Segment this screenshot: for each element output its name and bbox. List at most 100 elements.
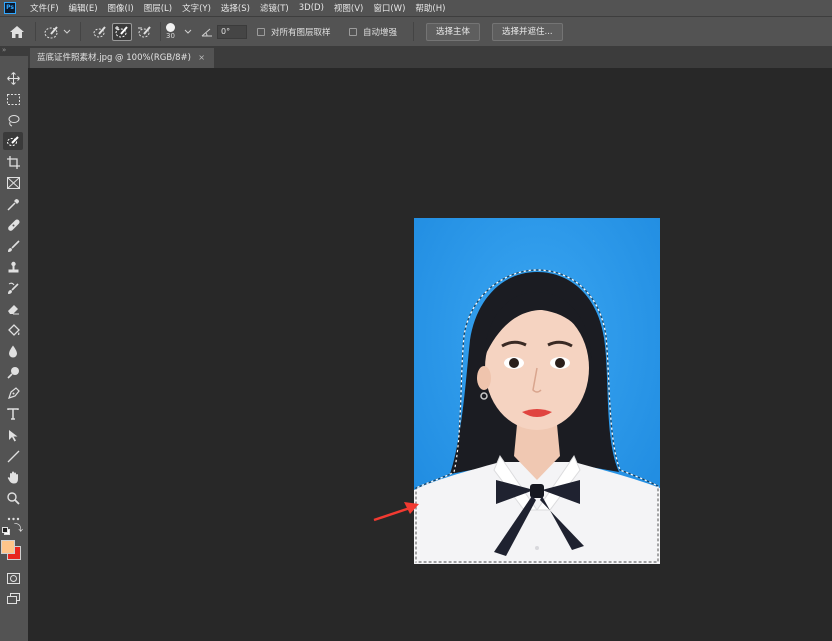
quick-mask-button[interactable] [3,569,23,587]
new-selection-icon [93,25,106,37]
pen-icon [7,386,20,399]
move-tool[interactable] [3,69,23,87]
eyedropper-icon [6,198,19,211]
subtract-from-selection-mode[interactable] [135,17,155,46]
zoom-tool[interactable] [3,489,23,507]
add-to-selection-icon [115,25,128,37]
select-and-mask-button[interactable]: 选择并遮住... [492,22,563,41]
sample-all-layers-label: 对所有图层取样 [271,27,331,38]
more-dots-icon [7,517,19,521]
eraser-icon [7,305,19,315]
collapse-panel-icon[interactable]: » [2,46,26,56]
frame-tool[interactable] [3,174,23,192]
menu-filter[interactable]: 滤镜(T) [255,2,294,14]
menu-type[interactable]: 文字(Y) [177,2,216,14]
auto-enhance-checkbox[interactable]: 自动增强 [349,17,397,46]
document-tab-bar: » 蓝底证件照素材.jpg @ 100%(RGB/8#) × [0,46,832,68]
angle-input[interactable]: 0° [217,24,247,39]
subtract-from-selection-icon [138,25,151,37]
checkbox-box [257,27,265,36]
select-and-mask-wrap: 选择并遮住... [492,17,563,46]
menu-3d[interactable]: 3D(D) [294,3,329,13]
options-bar: 30 0° 对所有图层取样 自动增强 选择主体 选择并遮住... [0,16,832,46]
document-image[interactable] [414,218,660,564]
eraser-tool[interactable] [3,300,23,318]
close-tab-icon[interactable]: × [198,48,205,68]
quick-selection-icon [44,25,58,38]
brush-size-picker[interactable]: 30 [166,17,175,46]
lasso-tool[interactable] [3,111,23,129]
menu-file[interactable]: 文件(F) [25,2,64,14]
home-button[interactable] [9,17,25,46]
quick-mask-icon [6,572,20,584]
menu-image[interactable]: 图像(I) [103,2,139,14]
screen-mode-icon [6,592,20,604]
line-icon [7,450,19,462]
angle-control: 0° [201,17,247,46]
quick-selection-tool[interactable] [3,132,23,150]
menu-edit[interactable]: 编辑(E) [64,2,103,14]
spot-healing-brush-tool[interactable] [3,216,23,234]
document-tab[interactable]: 蓝底证件照素材.jpg @ 100%(RGB/8#) × [30,48,214,68]
chevron-down-icon [184,29,192,34]
menu-select[interactable]: 选择(S) [216,2,255,14]
separator [80,22,81,41]
dodge-tool[interactable] [3,363,23,381]
move-icon [6,71,20,85]
paint-bucket-tool[interactable] [3,321,23,339]
document-tab-title: 蓝底证件照素材.jpg @ 100%(RGB/8#) [37,53,191,63]
line-tool[interactable] [3,447,23,465]
add-to-selection-mode[interactable] [112,17,132,46]
tool-preset-picker[interactable] [43,17,71,46]
menu-layer[interactable]: 图层(L) [139,2,177,14]
path-selection-tool[interactable] [3,426,23,444]
sample-all-layers-checkbox[interactable]: 对所有图层取样 [257,17,331,46]
crop-tool[interactable] [3,153,23,171]
menu-help[interactable]: 帮助(H) [410,2,450,14]
rectangular-marquee-tool[interactable] [3,90,23,108]
magnifier-icon [6,491,20,505]
annotation-arrow [373,502,419,522]
brush-tool[interactable] [3,237,23,255]
chevron-down-icon [63,29,71,34]
foreground-color-swatch[interactable] [1,540,15,554]
select-subject-button[interactable]: 选择主体 [426,22,481,41]
separator [413,22,414,41]
eyedropper-tool[interactable] [3,195,23,213]
arrow-cursor-icon [8,429,17,441]
angle-icon [201,28,212,36]
crop-icon [6,155,20,169]
brush-size-value: 30 [166,31,175,40]
screen-mode-button[interactable] [3,589,23,607]
photoshop-logo[interactable]: Ps [4,2,16,14]
default-colors-icon[interactable] [2,527,10,535]
home-icon [10,25,24,38]
menu-window[interactable]: 窗口(W) [368,2,410,14]
id-photo-portrait [414,218,660,564]
tools-panel: ⤵ [0,56,28,641]
bandage-icon [7,218,20,231]
marquee-icon [6,93,20,105]
menu-view[interactable]: 视图(V) [329,2,368,14]
brush-size-dropdown[interactable] [184,17,192,46]
separator [35,22,36,41]
auto-enhance-label: 自动增强 [363,27,398,38]
select-subject-wrap: 选择主体 [426,17,481,46]
new-selection-mode[interactable] [90,17,110,46]
water-drop-icon [9,345,17,357]
blur-tool[interactable] [3,342,23,360]
separator [160,22,161,41]
lasso-icon [8,114,19,126]
frame-icon [6,177,20,189]
history-brush-icon [7,282,19,294]
history-brush-tool[interactable] [3,279,23,297]
paint-bucket-icon [7,323,20,336]
swap-colors-icon[interactable]: ⤵ [14,525,23,534]
hand-tool[interactable] [3,468,23,486]
clone-stamp-tool[interactable] [3,258,23,276]
menu-bar: Ps 文件(F) 编辑(E) 图像(I) 图层(L) 文字(Y) 选择(S) 滤… [0,0,832,16]
type-tool[interactable] [3,405,23,423]
brush-tip-icon [166,22,175,32]
checkbox-box [349,27,357,36]
pen-tool[interactable] [3,384,23,402]
